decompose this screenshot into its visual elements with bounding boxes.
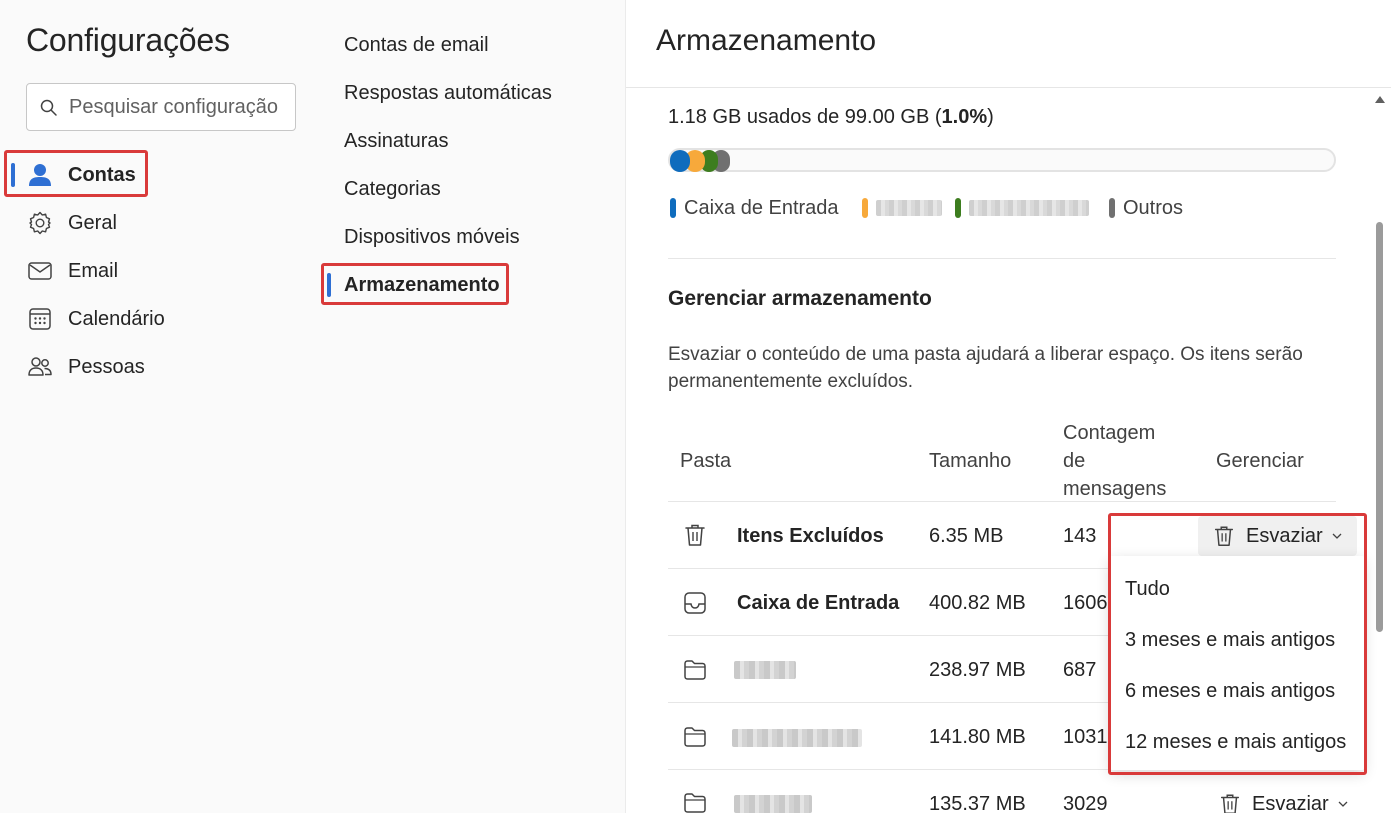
manage-storage-title: Gerenciar armazenamento [668, 287, 932, 310]
person-icon [26, 161, 54, 189]
nav-item-calendario[interactable]: Calendário [26, 299, 296, 339]
empty-button-deleted-items[interactable]: Esvaziar [1198, 516, 1357, 556]
nav-item-label: Geral [68, 211, 117, 234]
folder-name: Caixa de Entrada [737, 592, 900, 614]
column-header-count-3: mensagens [1063, 478, 1167, 500]
legend-swatch [862, 198, 868, 218]
chevron-down-icon [1332, 533, 1342, 539]
nav-item-label: Contas [68, 163, 136, 186]
subnav-item-respostas-automaticas[interactable]: Respostas automáticas [344, 78, 552, 108]
usage-prefix: 1.18 GB usados de 99.00 GB ( [668, 106, 942, 128]
column-header-folder: Pasta [680, 450, 732, 472]
trash-icon [1220, 794, 1240, 813]
mail-icon [26, 257, 54, 285]
storage-usage-text: 1.18 GB usados de 99.00 GB (1.0%) [668, 106, 994, 129]
legend-swatch [1109, 198, 1115, 218]
folder-size: 238.97 MB [929, 659, 1026, 681]
storage-usage-bar [668, 148, 1336, 172]
usage-percent: 1.0% [941, 106, 988, 128]
column-header-count-2: de [1063, 450, 1086, 472]
scroll-up-arrow[interactable] [1375, 96, 1385, 103]
folder-name: Itens Excluídos [737, 525, 884, 547]
folder-count: 3029 [1063, 793, 1108, 813]
search-input[interactable] [69, 84, 295, 130]
search-icon [40, 99, 57, 116]
search-box[interactable] [26, 83, 296, 131]
empty-button-folder-5[interactable]: Esvaziar [1204, 784, 1363, 813]
legend-item-redacted-2 [955, 194, 1089, 222]
folder-count: 143 [1063, 525, 1097, 547]
trash-icon [1214, 526, 1234, 546]
empty-button-label: Esvaziar [1252, 792, 1329, 813]
legend-item-inbox: Caixa de Entrada [670, 194, 839, 222]
column-header-count-1: Contagem [1063, 422, 1156, 444]
manage-storage-description: Esvaziar o conteúdo de uma pasta ajudará… [668, 344, 1303, 392]
subnav-item-assinaturas[interactable]: Assinaturas [344, 126, 449, 156]
folder-icon [684, 660, 706, 680]
folder-icon [684, 727, 706, 747]
empty-options-menu: Tudo 3 meses e mais antigos 6 meses e ma… [1110, 556, 1364, 770]
trash-icon [685, 524, 705, 546]
redacted-folder-name [734, 661, 796, 679]
gear-icon [26, 209, 54, 237]
scrollbar-thumb[interactable] [1376, 222, 1383, 632]
menu-item-12-meses[interactable]: 12 meses e mais antigos [1125, 727, 1346, 757]
nav-item-contas[interactable]: Contas [26, 155, 296, 195]
people-icon [26, 353, 54, 381]
usage-suffix: ) [987, 106, 994, 128]
column-header-size: Tamanho [929, 450, 1012, 472]
nav-item-label: Calendário [68, 307, 165, 330]
menu-item-6-meses[interactable]: 6 meses e mais antigos [1125, 676, 1335, 706]
redacted-label [876, 200, 942, 216]
page-title: Armazenamento [656, 24, 877, 57]
folder-icon [684, 793, 706, 813]
menu-item-3-meses[interactable]: 3 meses e mais antigos [1125, 625, 1335, 655]
legend-label: Caixa de Entrada [684, 196, 839, 219]
folder-size: 6.35 MB [929, 525, 1004, 547]
calendar-icon [26, 305, 54, 333]
nav-item-geral[interactable]: Geral [26, 203, 296, 243]
folder-size: 135.37 MB [929, 793, 1026, 813]
active-indicator [11, 163, 15, 187]
storage-pane: Armazenamento 1.18 GB usados de 99.00 GB… [626, 0, 1391, 813]
legend-swatch [670, 198, 676, 218]
chevron-down-icon [1338, 801, 1348, 807]
redacted-folder-name [734, 795, 812, 813]
section-divider [668, 258, 1336, 259]
folder-count: 1606 [1063, 592, 1108, 614]
settings-title: Configurações [26, 22, 230, 58]
nav-item-label: Pessoas [68, 355, 145, 378]
title-divider [626, 87, 1391, 88]
account-subnav-pane: Contas de email Respostas automáticas As… [321, 0, 626, 813]
folder-count: 1031 [1063, 726, 1108, 748]
folder-count: 687 [1063, 659, 1097, 681]
legend-item-outros: Outros [1109, 194, 1183, 222]
folder-size: 141.80 MB [929, 726, 1026, 748]
nav-item-label: Email [68, 259, 119, 282]
nav-item-pessoas[interactable]: Pessoas [26, 347, 296, 387]
redacted-folder-name [732, 729, 862, 747]
header-divider [668, 501, 1336, 502]
nav-item-email[interactable]: Email [26, 251, 296, 291]
subnav-item-categorias[interactable]: Categorias [344, 174, 441, 204]
legend-swatch [955, 198, 961, 218]
usage-segment-inbox [670, 150, 690, 172]
settings-nav-pane: Configurações Contas Geral [0, 0, 325, 813]
subnav-item-armazenamento[interactable]: Armazenamento [344, 270, 500, 300]
inbox-icon [684, 592, 706, 614]
redacted-label [969, 200, 1089, 216]
empty-button-label: Esvaziar [1246, 524, 1323, 547]
column-header-manage: Gerenciar [1216, 450, 1304, 472]
legend-label: Outros [1123, 196, 1184, 219]
legend-item-redacted-1 [862, 194, 942, 222]
subnav-item-contas-de-email[interactable]: Contas de email [344, 30, 489, 60]
folder-size: 400.82 MB [929, 592, 1026, 614]
active-indicator [327, 273, 331, 297]
subnav-item-dispositivos-moveis[interactable]: Dispositivos móveis [344, 222, 520, 252]
menu-item-tudo[interactable]: Tudo [1125, 574, 1170, 604]
